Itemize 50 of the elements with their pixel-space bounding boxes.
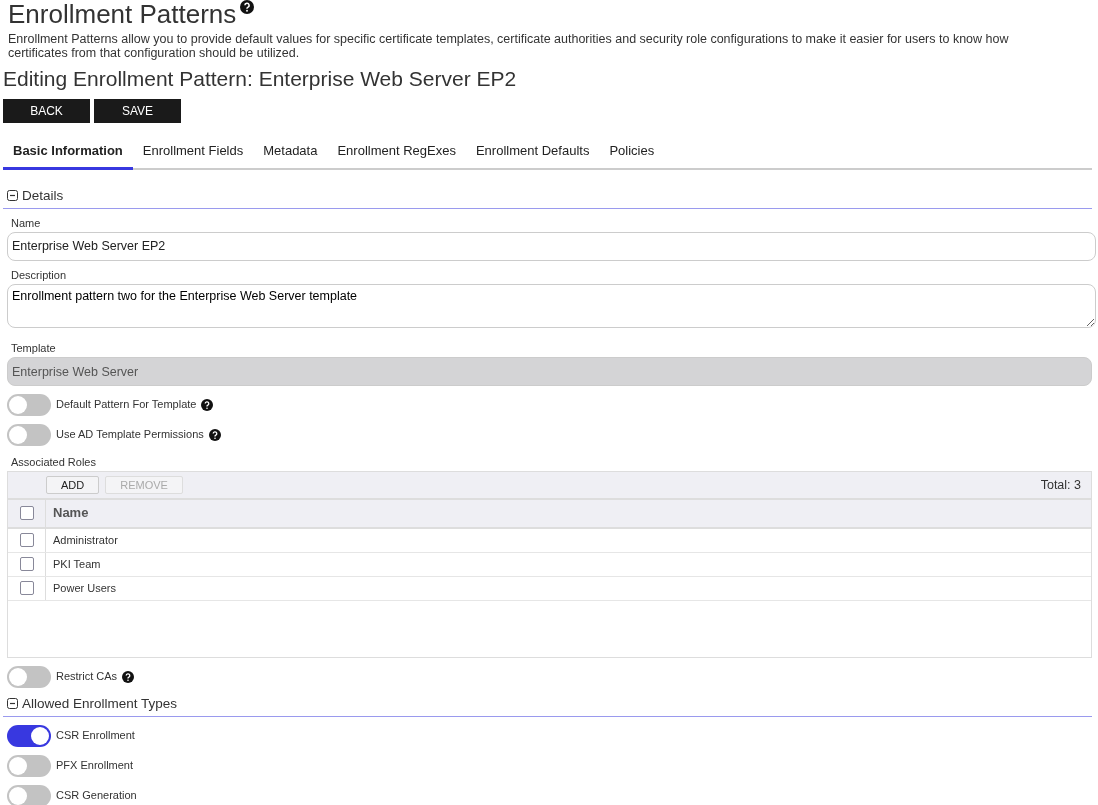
toggle-switch[interactable] — [7, 754, 51, 777]
checkbox[interactable] — [19, 506, 34, 520]
help-icon[interactable] — [201, 398, 214, 411]
tab[interactable]: Policies — [599, 137, 665, 170]
toggle-label: Default Pattern For Template — [56, 398, 197, 411]
help-icon[interactable] — [208, 428, 221, 441]
field-label: Name — [11, 216, 42, 230]
checkbox[interactable] — [19, 557, 34, 571]
toggle-label: Use AD Template Permissions — [56, 428, 204, 441]
toggle-switch[interactable] — [7, 393, 51, 416]
tab[interactable]: Basic Information — [3, 137, 133, 170]
tab[interactable]: Enrollment Defaults — [465, 137, 600, 170]
table-cell-text: Administrator — [52, 533, 118, 547]
save-button[interactable]: SAVE — [94, 99, 181, 123]
template-field: Enterprise Web Server — [7, 356, 1092, 386]
help-icon[interactable] — [240, 0, 255, 14]
toggle-label: CSR Generation — [56, 789, 137, 802]
help-icon[interactable] — [122, 670, 135, 683]
name-field[interactable]: Enterprise Web Server EP2 — [7, 231, 1096, 261]
toggle-switch[interactable] — [7, 665, 51, 688]
toggle-label: PFX Enrollment — [56, 759, 134, 772]
section-title: Details — [22, 187, 64, 204]
collapse-icon[interactable] — [7, 190, 18, 201]
tab[interactable]: Enrollment RegExes — [327, 137, 466, 170]
back-button[interactable]: BACK — [3, 99, 90, 123]
column-header: Name — [52, 506, 89, 520]
total-count: Total: 3 — [1040, 477, 1081, 492]
tab[interactable]: Metadata — [253, 137, 328, 170]
checkbox[interactable] — [19, 533, 34, 547]
table-cell-text: PKI Team — [52, 557, 101, 571]
tab[interactable]: Enrollment Fields — [132, 137, 254, 170]
section-title: Allowed Enrollment Types — [22, 695, 178, 712]
table-cell-text: Power Users — [52, 581, 116, 595]
toggle-switch[interactable] — [7, 784, 51, 805]
toggle-label: Restrict CAs — [56, 670, 118, 683]
description-field[interactable]: Enrollment pattern two for the Enterprise Web Server template — [7, 283, 1096, 328]
collapse-icon[interactable] — [7, 698, 18, 709]
field-label: Associated Roles — [11, 455, 97, 469]
field-label: Description — [11, 268, 68, 282]
section-header[interactable]: Details — [3, 169, 1092, 209]
toggle-label: CSR Enrollment — [56, 729, 135, 742]
toggle-switch[interactable] — [7, 724, 51, 747]
toggle-switch[interactable] — [7, 423, 51, 446]
checkbox[interactable] — [19, 581, 34, 595]
section-header[interactable]: Allowed Enrollment Types — [3, 687, 1092, 717]
page-title: Enrollment Patterns — [8, 0, 237, 28]
page-description: Enrollment Patterns allow you to provide default values for specific certificate templates, certificate authorities and security role configurations to make it easier for users to know how certificates from that configuration should be utilized. — [8, 32, 1010, 60]
page-subtitle: Editing Enrollment Pattern: Enterprise Web Server EP2 — [3, 66, 518, 92]
field-label: Template — [11, 341, 57, 355]
add-button[interactable]: ADD — [46, 475, 100, 494]
